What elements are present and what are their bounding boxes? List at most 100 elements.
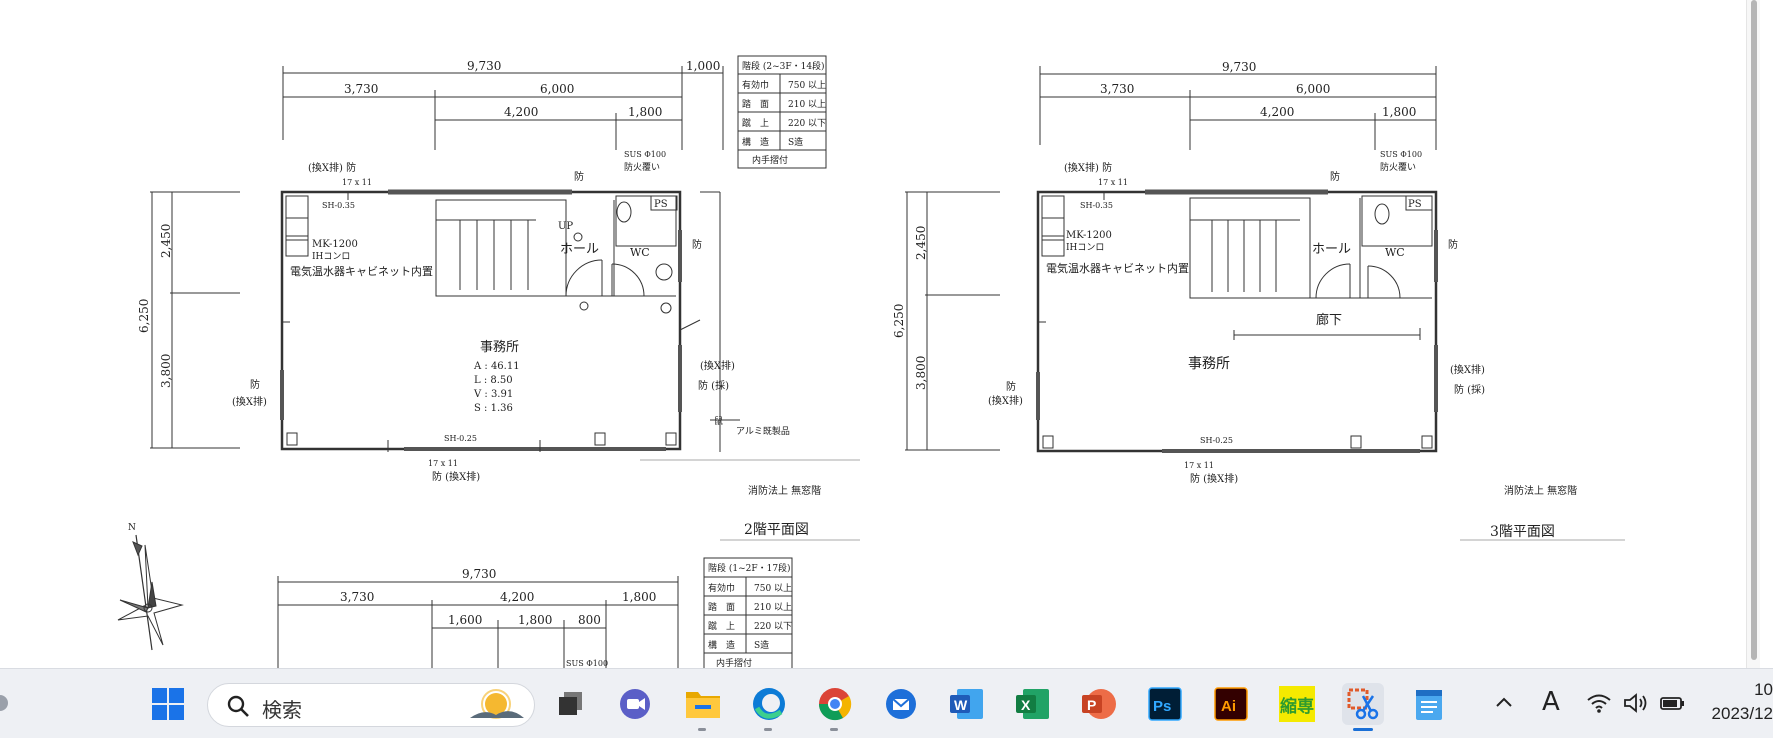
wifi-icon[interactable] bbox=[1586, 691, 1612, 715]
dim-3f-v3: 3,800 bbox=[914, 356, 928, 390]
dim-2f-extra: 1,000 bbox=[686, 59, 720, 73]
scrollbar-thumb[interactable] bbox=[1751, 0, 1757, 660]
vertical-scrollbar[interactable] bbox=[1746, 0, 1760, 668]
excel-button[interactable]: X bbox=[1012, 683, 1054, 725]
dim-3f-right: 6,000 bbox=[1296, 82, 1330, 96]
note-2f-vent-top: (換X排) 防 bbox=[308, 161, 356, 174]
dim-3f-left: 3,730 bbox=[1100, 82, 1134, 96]
note-3f-vent-bottom: 防 (換X排) bbox=[1190, 472, 1238, 485]
battery-icon[interactable] bbox=[1658, 691, 1688, 715]
stairs-1f-header: 階段 (1~2F・17段) bbox=[708, 562, 791, 574]
stairs-2f-header: 階段 (2~3F・14段) bbox=[742, 60, 825, 72]
note-3f-window-bottom: 17 x 11 bbox=[1184, 461, 1214, 470]
dim-3f-v2: 6,250 bbox=[892, 304, 906, 338]
room-2f-hall: ホール bbox=[560, 242, 599, 257]
note-3f-fire-right: 防 bbox=[1448, 238, 1458, 251]
room-3f-office: 事務所 bbox=[1188, 356, 1230, 372]
photoshop-icon: Ps bbox=[1148, 687, 1182, 721]
widget-edge-icon[interactable] bbox=[0, 695, 8, 711]
title-2f: 2階平面図 bbox=[744, 522, 809, 538]
title-3f: 3階平面図 bbox=[1490, 524, 1555, 540]
note-2f-fire-right2: 防 (採) bbox=[698, 379, 729, 392]
thunderbird-button[interactable] bbox=[880, 683, 922, 725]
dim-3f-total: 9,730 bbox=[1222, 60, 1256, 74]
stairs-1f-r2-value: 220 以下 bbox=[754, 622, 792, 632]
note-3f-law: 消防法上 無窓階 bbox=[1504, 484, 1577, 497]
dim-2f-sub1: 4,200 bbox=[504, 105, 538, 119]
dim-1f-left: 3,730 bbox=[340, 590, 374, 604]
note-2f-aluminum-top: 鼠 bbox=[714, 415, 723, 427]
dim-2f-right: 6,000 bbox=[540, 82, 574, 96]
room-3f-wc: WC bbox=[1385, 246, 1405, 259]
running-indicator bbox=[698, 728, 706, 731]
note-3f-vent-top: (換X排) 防 bbox=[1064, 161, 1112, 174]
clock[interactable]: 10 2023/12 bbox=[1706, 678, 1773, 726]
compass-icon bbox=[117, 534, 184, 651]
dim-2f-v2: 6,250 bbox=[137, 299, 151, 333]
stairs-2f-r0-value: 750 以上 bbox=[788, 80, 826, 91]
file-explorer-button[interactable] bbox=[682, 683, 724, 731]
chevron-up-icon[interactable] bbox=[1494, 691, 1514, 715]
stairs-1f-r3-label: 構 造 bbox=[708, 639, 735, 651]
search-icon bbox=[227, 695, 249, 717]
word-icon-letter: W bbox=[954, 697, 968, 713]
volume-icon[interactable] bbox=[1622, 691, 1650, 715]
room-3f-ps: PS bbox=[1408, 199, 1422, 210]
dim-1f-sub1: 1,600 bbox=[448, 613, 482, 627]
excel-icon: X bbox=[1016, 689, 1049, 719]
powerpoint-button[interactable]: P bbox=[1078, 683, 1120, 725]
note-2f-fire-right: 防 bbox=[692, 238, 702, 251]
search-highlight-icon bbox=[470, 689, 524, 719]
label-2f-up: UP bbox=[558, 221, 573, 232]
notepad-button[interactable] bbox=[1408, 683, 1450, 725]
photoshop-button[interactable]: Ps bbox=[1144, 683, 1186, 725]
note-2f-mk: MK-1200 bbox=[312, 239, 358, 250]
stairs-1f-r3-value: S造 bbox=[754, 639, 769, 651]
ime-indicator[interactable]: A bbox=[1542, 687, 1560, 717]
scissors-icon bbox=[1347, 688, 1379, 720]
dim-1f-right: 1,800 bbox=[622, 590, 656, 604]
dim-2f-total: 9,730 bbox=[467, 59, 501, 73]
teams-icon bbox=[620, 689, 650, 719]
stairs-2f-r1-value: 210 以上 bbox=[788, 99, 826, 110]
note-2f-vent-bottom: 防 (換X排) bbox=[432, 470, 480, 483]
chrome-button[interactable] bbox=[814, 683, 856, 731]
task-view-button[interactable] bbox=[549, 683, 591, 725]
running-indicator bbox=[830, 728, 838, 731]
clock-time: 10 bbox=[1754, 680, 1773, 699]
running-indicator bbox=[764, 728, 772, 731]
stairs-1f-r2-label: 蹴 上 bbox=[708, 620, 735, 632]
taskbar: 検索 W X P Ps Ai 縮専 A 10 2023/12 bbox=[0, 668, 1773, 738]
note-3f-window-top: 17 x 11 bbox=[1098, 178, 1128, 187]
search-input[interactable]: 検索 bbox=[207, 683, 535, 727]
word-button[interactable]: W bbox=[946, 683, 988, 725]
excel-icon-letter: X bbox=[1021, 697, 1031, 713]
illustrator-button[interactable]: Ai bbox=[1210, 683, 1252, 725]
note-2f-aluminum: アルミ既製品 bbox=[736, 425, 790, 437]
teams-button[interactable] bbox=[614, 683, 656, 725]
snipping-tool-button[interactable] bbox=[1342, 683, 1384, 731]
stairs-1f-footer: 内手摺付 bbox=[716, 657, 752, 668]
room-3f-hall: ホール bbox=[1312, 242, 1351, 257]
note-2f-vent-right: (換X排) bbox=[700, 359, 735, 372]
edge-button[interactable] bbox=[748, 683, 790, 731]
note-2f-fire-cover: 防火覆い bbox=[624, 161, 660, 173]
stairs-1f-r1-value: 210 以上 bbox=[754, 602, 792, 613]
active-indicator bbox=[1353, 728, 1373, 731]
dim-2f-v3: 3,800 bbox=[159, 354, 173, 388]
stairs-1f-r0-value: 750 以上 bbox=[754, 583, 792, 594]
shrink-app-button[interactable]: 縮専 bbox=[1276, 683, 1318, 725]
note-3f-mk: MK-1200 bbox=[1066, 230, 1112, 241]
note-3f-sh-top: SH-0.35 bbox=[1080, 201, 1113, 210]
note-2f-window-bottom: 17 x 11 bbox=[428, 459, 458, 468]
chrome-icon bbox=[818, 688, 852, 721]
notepad-icon bbox=[1416, 690, 1442, 720]
note-2f-vent-left: (換X排) bbox=[232, 395, 267, 408]
compass-label: N bbox=[128, 523, 136, 533]
photoshop-icon-letters: Ps bbox=[1153, 698, 1171, 715]
start-button[interactable] bbox=[147, 683, 189, 725]
note-3f-fire-left: 防 bbox=[1006, 380, 1016, 393]
note-2f-sh-top: SH-0.35 bbox=[322, 201, 355, 210]
stairs-2f-r3-value: S造 bbox=[788, 136, 803, 148]
dim-1f-mid: 4,200 bbox=[500, 590, 534, 604]
